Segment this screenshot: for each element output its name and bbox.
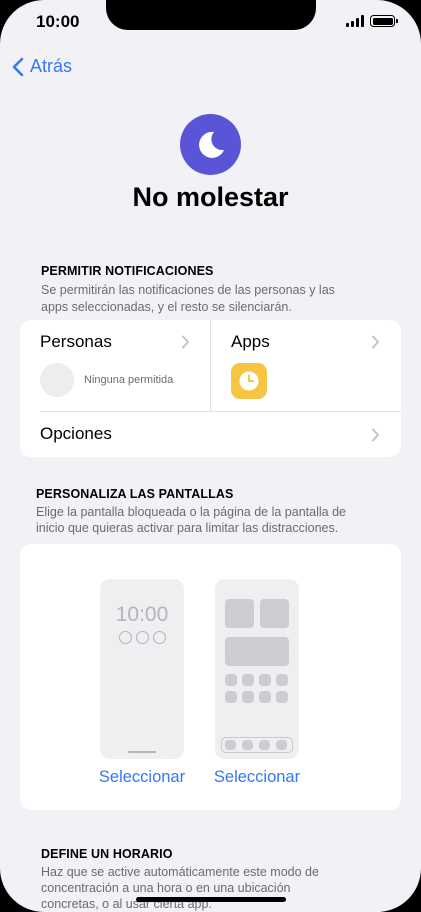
app-tile: [242, 691, 254, 703]
app-tile: [259, 740, 270, 750]
lock-screen-widgets: [100, 631, 184, 644]
home-indicator[interactable]: [136, 897, 286, 902]
app-tile: [242, 674, 254, 686]
back-button[interactable]: Atrás: [12, 56, 72, 77]
screens-card: 10:00 Seleccionar Seleccionar: [20, 544, 401, 810]
screens-desc-2: inicio que quieras activar para limitar …: [36, 521, 339, 535]
options-row[interactable]: Opciones: [20, 412, 401, 457]
battery-icon: [370, 15, 398, 27]
schedule-desc-1: Haz que se active automáticamente este m…: [41, 865, 319, 879]
people-cell[interactable]: Personas Ninguna permitida: [20, 320, 210, 411]
options-label: Opciones: [40, 424, 112, 443]
app-tile: [276, 691, 288, 703]
chevron-right-icon: [182, 335, 189, 349]
people-none-text: Ninguna permitida: [84, 374, 174, 386]
focus-mode-icon: [180, 114, 241, 175]
widget-tile: [260, 599, 289, 628]
schedule-desc-2: concentración a una hora o en una ubicac…: [41, 881, 291, 895]
app-tile: [225, 691, 237, 703]
home-screen-preview[interactable]: [215, 579, 299, 759]
app-tile: [259, 691, 271, 703]
select-home-screen-button[interactable]: Seleccionar: [197, 768, 317, 787]
notifications-header: PERMITIR NOTIFICACIONES: [41, 264, 214, 278]
chevron-right-icon: [372, 428, 379, 442]
lock-screen-preview[interactable]: 10:00: [100, 579, 184, 759]
notifications-desc-2: apps seleccionadas, y el resto se silenc…: [41, 300, 292, 314]
app-tile: [242, 740, 253, 750]
widget-tile: [225, 637, 289, 666]
screens-desc-1: Elige la pantalla bloqueada o la página …: [36, 505, 346, 519]
notch: [106, 0, 316, 30]
chevron-left-icon: [12, 57, 24, 76]
screens-header: PERSONALIZA LAS PANTALLAS: [36, 487, 234, 501]
moon-icon: [198, 131, 224, 158]
app-tile: [225, 740, 236, 750]
widget-tile: [225, 599, 254, 628]
lock-screen-time: 10:00: [115, 603, 169, 626]
signal-icon: [346, 15, 364, 27]
notifications-desc-1: Se permitirán las notificaciones de las …: [41, 283, 335, 297]
page-title: No molestar: [132, 182, 289, 212]
apps-label: Apps: [231, 332, 270, 351]
app-tile: [276, 674, 288, 686]
schedule-header: DEFINE UN HORARIO: [41, 847, 173, 861]
status-time: 10:00: [36, 12, 80, 31]
back-label: Atrás: [30, 56, 73, 76]
screen: 10:00 Atrás No molestar PERMITIR NOTIFIC…: [0, 0, 421, 912]
notifications-card: Personas Ninguna permitida Apps Opciones: [20, 320, 401, 457]
select-lock-screen-button[interactable]: Seleccionar: [82, 768, 202, 787]
status-icons: [346, 15, 398, 27]
avatar: [40, 363, 74, 397]
app-tile: [259, 674, 271, 686]
app-tile: [276, 740, 287, 750]
dock: [221, 737, 293, 753]
lock-screen-home-bar: [128, 751, 156, 753]
app-tile: [225, 674, 237, 686]
clock-app-icon: [231, 363, 267, 399]
people-label: Personas: [40, 332, 112, 351]
chevron-right-icon: [372, 335, 379, 349]
